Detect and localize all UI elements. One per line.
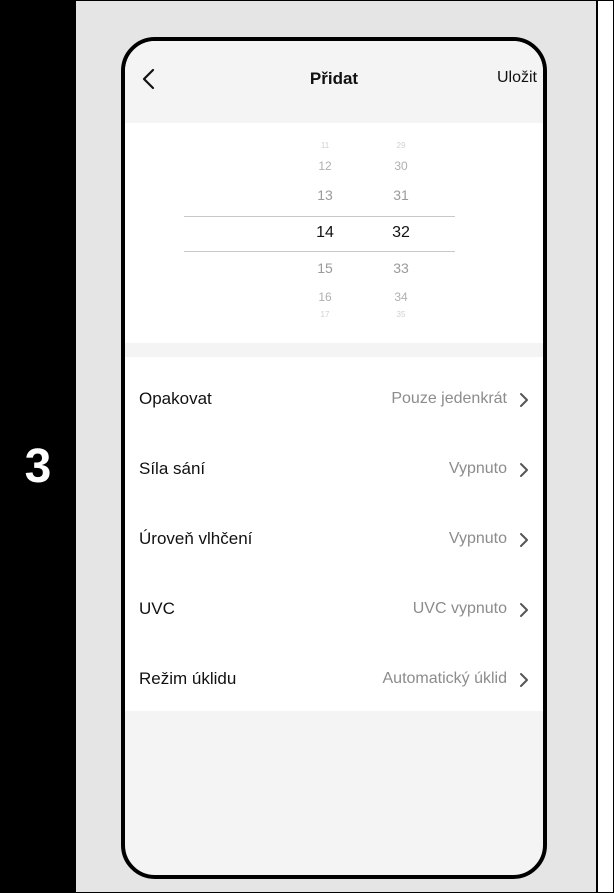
setting-value: Vypnuto: [448, 460, 507, 477]
time-picker[interactable]: 11 12 13 14 15 16 17 29 30 31 32 33 34 3…: [125, 123, 543, 343]
setting-row-humidity[interactable]: Úroveň vlhčení Vypnuto: [125, 505, 543, 575]
setting-row-cleaning-mode[interactable]: Režim úklidu Automatický úklid: [125, 645, 543, 715]
chevron-right-icon: [520, 673, 528, 687]
minute-column[interactable]: 29 30 31 32 33 34 35: [371, 123, 431, 343]
chevron-right-icon: [520, 533, 528, 547]
hour-option: 16: [318, 290, 332, 304]
setting-row-repeat[interactable]: Opakovat Pouze jedenkrát: [125, 365, 543, 435]
page-title: Přidat: [309, 69, 359, 88]
chevron-right-icon: [520, 393, 528, 407]
hour-option: 15: [317, 260, 333, 276]
step-number: 3: [24, 440, 52, 493]
nav-bar: Přidat Uložit: [125, 41, 543, 123]
hour-option: 11: [320, 141, 330, 150]
setting-label: Režim úklidu: [139, 669, 237, 688]
setting-value: Pouze jedenkrát: [391, 390, 507, 407]
hour-option: 12: [318, 159, 332, 173]
setting-value: UVC vypnuto: [412, 600, 507, 617]
minute-option: 34: [394, 290, 408, 304]
chevron-right-icon: [520, 463, 528, 477]
minute-option: 35: [396, 310, 406, 319]
hour-option: 13: [317, 187, 333, 203]
hour-option: 17: [320, 310, 330, 319]
setting-row-suction[interactable]: Síla sání Vypnuto: [125, 435, 543, 505]
setting-value: Vypnuto: [448, 530, 507, 547]
save-button[interactable]: Uložit: [497, 69, 537, 87]
minute-option: 31: [393, 187, 409, 203]
setting-label: Úroveň vlhčení: [139, 529, 253, 548]
setting-value: Automatický úklid: [382, 670, 508, 687]
minute-option: 29: [396, 141, 406, 150]
setting-label: UVC: [139, 599, 175, 618]
setting-row-uvc[interactable]: UVC UVC vypnuto: [125, 575, 543, 645]
chevron-right-icon: [520, 603, 528, 617]
step-column: 3: [0, 0, 76, 893]
minute-option-selected: 32: [392, 224, 410, 241]
hour-option-selected: 14: [316, 224, 334, 241]
minute-option: 30: [394, 159, 408, 173]
phone-frame: Přidat Uložit 11 12 13 14 15 16 17 29 30…: [121, 37, 547, 879]
settings-list: Opakovat Pouze jedenkrát Síla sání Vypnu…: [125, 357, 543, 711]
hour-column[interactable]: 11 12 13 14 15 16 17: [295, 123, 355, 343]
setting-label: Opakovat: [139, 389, 212, 408]
setting-label: Síla sání: [139, 459, 206, 478]
minute-option: 33: [393, 260, 409, 276]
